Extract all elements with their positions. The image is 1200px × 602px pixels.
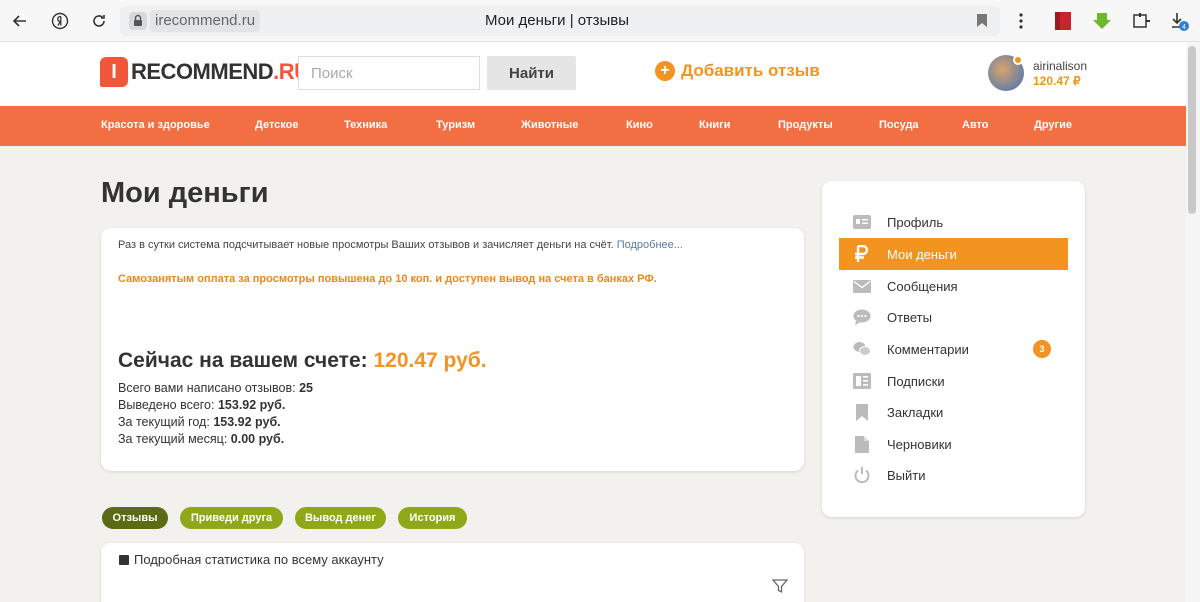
sidebar-item-my-money[interactable]: Мои деньги: [839, 238, 1068, 270]
nav-item[interactable]: Кино: [626, 119, 653, 131]
stat-withdrawn: Выведено всего: 153.92 руб.: [118, 398, 286, 412]
add-review-button[interactable]: + Добавить отзыв: [655, 61, 820, 81]
tab-withdraw[interactable]: Вывод денег: [295, 507, 386, 529]
search-button[interactable]: Найти: [487, 56, 576, 90]
nav-item[interactable]: Книги: [699, 119, 730, 131]
balance-amount: 120.47 руб.: [373, 349, 487, 372]
bookmark-icon[interactable]: [976, 13, 988, 33]
page-title: Мои деньги: [101, 177, 269, 209]
stat-month: За текущий месяц: 0.00 руб.: [118, 432, 285, 446]
sidebar-item-answers[interactable]: Ответы: [839, 301, 1068, 333]
promo-text: Самозанятым оплата за просмотры повышена…: [118, 273, 657, 285]
tab-history[interactable]: История: [398, 507, 467, 529]
nav-item[interactable]: Животные: [521, 119, 578, 131]
stat-year: За текущий год: 153.92 руб.: [118, 415, 281, 429]
nav-item[interactable]: Продукты: [778, 119, 833, 131]
comments-badge: 3: [1033, 340, 1051, 358]
comments-icon: [853, 340, 871, 358]
menu-dots-icon[interactable]: [1010, 10, 1032, 32]
balance-heading: Сейчас на вашем счете: 120.47 руб.: [118, 349, 487, 372]
notification-dot: [1013, 55, 1023, 65]
mail-icon: [853, 277, 871, 295]
yandex-icon[interactable]: [48, 9, 72, 33]
nav-item[interactable]: Красота и здоровье: [101, 119, 210, 131]
logo-text: RECOMMEND.RU: [131, 59, 310, 84]
nav-item[interactable]: Другие: [1034, 119, 1072, 131]
chat-icon: [853, 308, 871, 326]
tab-reviews[interactable]: Отзывы: [102, 507, 168, 529]
ruble-icon: [853, 245, 871, 263]
back-icon[interactable]: [8, 9, 32, 33]
page-tab-title: Мои деньги | отзывы: [484, 12, 630, 29]
more-link[interactable]: Подробнее...: [617, 239, 683, 251]
sidebar-item-messages[interactable]: Сообщения: [839, 270, 1068, 302]
site-logo[interactable]: I RECOMMEND.RU: [100, 57, 310, 87]
header-balance: 120.47 ₽: [1033, 74, 1081, 88]
url-text[interactable]: irecommend.ru: [150, 10, 261, 32]
sidebar-item-drafts[interactable]: Черновики: [839, 428, 1068, 460]
subscriptions-icon: [853, 372, 871, 390]
download-extension-icon[interactable]: [1091, 10, 1113, 32]
plus-icon: +: [655, 61, 675, 81]
sidebar-item-subscriptions[interactable]: Подписки: [839, 365, 1068, 397]
draft-icon: [853, 435, 871, 453]
search-input[interactable]: [298, 56, 480, 90]
external-link-icon: [119, 554, 129, 565]
extension-red-icon[interactable]: [1052, 10, 1074, 32]
nav-item[interactable]: Туризм: [436, 119, 475, 131]
nav-item[interactable]: Авто: [962, 119, 989, 131]
profile-icon: [853, 213, 871, 231]
nav-item[interactable]: Детское: [255, 119, 299, 131]
tab-invite-friend[interactable]: Приведи друга: [180, 507, 283, 529]
sidebar-item-comments[interactable]: Комментарии 3: [839, 333, 1068, 365]
downloads-icon[interactable]: 4: [1168, 10, 1190, 32]
username[interactable]: airinalison: [1033, 59, 1087, 73]
sidebar-item-profile[interactable]: Профиль: [839, 206, 1068, 238]
reload-icon[interactable]: [87, 9, 111, 33]
extensions-icon[interactable]: [1130, 10, 1152, 32]
browser-toolbar: irecommend.ru Мои деньги | отзывы 4: [0, 0, 1200, 42]
category-nav: Красота и здоровье Детское Техника Туриз…: [0, 106, 1186, 146]
power-icon: [853, 466, 871, 484]
stat-reviews: Всего вами написано отзывов: 25: [118, 381, 313, 395]
nav-item[interactable]: Посуда: [879, 119, 919, 131]
info-text: Раз в сутки система подсчитывает новые п…: [118, 239, 683, 251]
bookmark-icon: [853, 403, 871, 421]
filter-icon[interactable]: [771, 578, 789, 599]
stats-link[interactable]: Подробная статистика по всему аккаунту: [119, 552, 384, 567]
add-review-label: Добавить отзыв: [681, 61, 820, 80]
lock-icon: [128, 11, 148, 31]
sidebar-item-logout[interactable]: Выйти: [839, 459, 1068, 491]
nav-item[interactable]: Техника: [344, 119, 387, 131]
svg-text:4: 4: [1182, 24, 1186, 31]
sidebar-item-bookmarks[interactable]: Закладки: [839, 396, 1068, 428]
logo-mark: I: [100, 57, 128, 87]
scrollbar-thumb[interactable]: [1188, 46, 1196, 214]
